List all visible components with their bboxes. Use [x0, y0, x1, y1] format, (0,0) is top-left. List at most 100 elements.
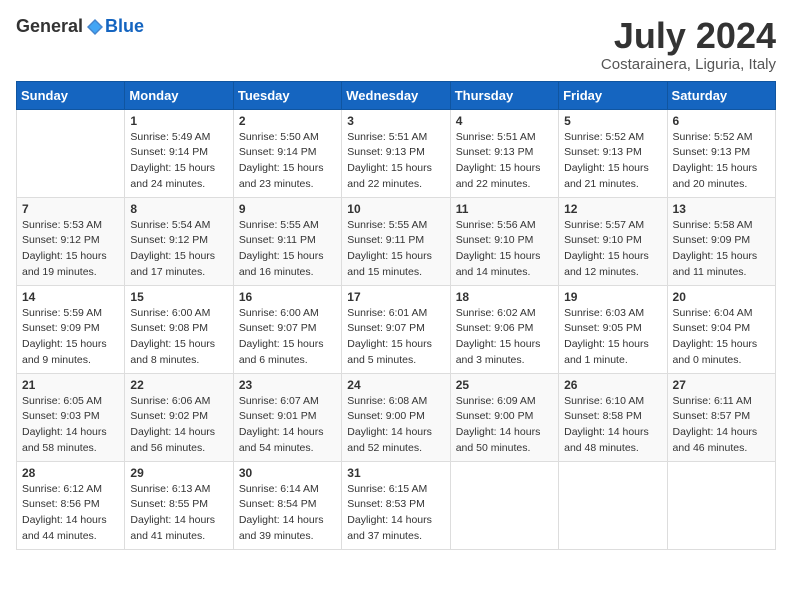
- day-info: Sunrise: 6:00 AM Sunset: 9:07 PM Dayligh…: [239, 306, 336, 369]
- calendar-cell: 3 Sunrise: 5:51 AM Sunset: 9:13 PM Daylig…: [342, 109, 450, 197]
- day-number: 28: [22, 466, 119, 480]
- calendar-cell: 6Sunrise: 5:52 AM Sunset: 9:13 PM Daylig…: [667, 109, 775, 197]
- calendar-cell: [559, 461, 667, 549]
- calendar-cell: 17Sunrise: 6:01 AM Sunset: 9:07 PM Dayli…: [342, 285, 450, 373]
- day-header-saturday: Saturday: [667, 81, 775, 109]
- calendar-cell: 24Sunrise: 6:08 AM Sunset: 9:00 PM Dayli…: [342, 373, 450, 461]
- day-info: Sunrise: 5:52 AM Sunset: 9:13 PM Dayligh…: [564, 130, 661, 193]
- day-number: 17: [347, 290, 444, 304]
- day-info: Sunrise: 6:03 AM Sunset: 9:05 PM Dayligh…: [564, 306, 661, 369]
- calendar-cell: 9Sunrise: 5:55 AM Sunset: 9:11 PM Daylig…: [233, 197, 341, 285]
- day-number: 29: [130, 466, 227, 480]
- day-number: 26: [564, 378, 661, 392]
- day-number: 31: [347, 466, 444, 480]
- calendar-body: 1 Sunrise: 5:49 AM Sunset: 9:14 PM Daylig…: [17, 109, 776, 549]
- day-info: Sunrise: 6:10 AM Sunset: 8:58 PM Dayligh…: [564, 394, 661, 457]
- day-number: 7: [22, 202, 119, 216]
- day-info: Sunrise: 6:02 AM Sunset: 9:06 PM Dayligh…: [456, 306, 553, 369]
- header: General Blue July 2024 Costarainera, Lig…: [16, 16, 776, 73]
- calendar-cell: 31 Sunrise: 6:15 AM Sunset: 8:53 PM Dayli…: [342, 461, 450, 549]
- day-number: 13: [673, 202, 770, 216]
- day-header-wednesday: Wednesday: [342, 81, 450, 109]
- logo-text-general: General: [16, 16, 83, 37]
- calendar-cell: 30Sunrise: 6:14 AM Sunset: 8:54 PM Dayli…: [233, 461, 341, 549]
- day-header-tuesday: Tuesday: [233, 81, 341, 109]
- day-number: 19: [564, 290, 661, 304]
- calendar-cell: 1 Sunrise: 5:49 AM Sunset: 9:14 PM Daylig…: [125, 109, 233, 197]
- day-number: 5: [564, 114, 661, 128]
- calendar-cell: 15 Sunrise: 6:00 AM Sunset: 9:08 PM Dayli…: [125, 285, 233, 373]
- calendar-cell: 10Sunrise: 5:55 AM Sunset: 9:11 PM Dayli…: [342, 197, 450, 285]
- day-info: Sunrise: 5:58 AM Sunset: 9:09 PM Dayligh…: [673, 218, 770, 281]
- calendar-cell: 20Sunrise: 6:04 AM Sunset: 9:04 PM Dayli…: [667, 285, 775, 373]
- calendar-cell: 26 Sunrise: 6:10 AM Sunset: 8:58 PM Dayli…: [559, 373, 667, 461]
- calendar-cell: [667, 461, 775, 549]
- day-info: Sunrise: 6:11 AM Sunset: 8:57 PM Dayligh…: [673, 394, 770, 457]
- calendar-cell: 19 Sunrise: 6:03 AM Sunset: 9:05 PM Dayli…: [559, 285, 667, 373]
- day-number: 2: [239, 114, 336, 128]
- day-info: Sunrise: 5:56 AM Sunset: 9:10 PM Dayligh…: [456, 218, 553, 281]
- calendar-cell: 11Sunrise: 5:56 AM Sunset: 9:10 PM Dayli…: [450, 197, 558, 285]
- days-header-row: SundayMondayTuesdayWednesdayThursdayFrid…: [17, 81, 776, 109]
- day-info: Sunrise: 5:49 AM Sunset: 9:14 PM Dayligh…: [130, 130, 227, 193]
- day-info: Sunrise: 6:04 AM Sunset: 9:04 PM Dayligh…: [673, 306, 770, 369]
- calendar-cell: 13 Sunrise: 5:58 AM Sunset: 9:09 PM Dayli…: [667, 197, 775, 285]
- calendar-cell: 27 Sunrise: 6:11 AM Sunset: 8:57 PM Dayli…: [667, 373, 775, 461]
- day-number: 23: [239, 378, 336, 392]
- logo: General Blue: [16, 16, 144, 37]
- day-number: 10: [347, 202, 444, 216]
- day-number: 1: [130, 114, 227, 128]
- day-header-friday: Friday: [559, 81, 667, 109]
- day-info: Sunrise: 5:50 AM Sunset: 9:14 PM Dayligh…: [239, 130, 336, 193]
- week-row-2: 7Sunrise: 5:53 AM Sunset: 9:12 PM Daylig…: [17, 197, 776, 285]
- day-info: Sunrise: 6:14 AM Sunset: 8:54 PM Dayligh…: [239, 482, 336, 545]
- title-block: July 2024 Costarainera, Liguria, Italy: [601, 16, 776, 73]
- day-info: Sunrise: 6:09 AM Sunset: 9:00 PM Dayligh…: [456, 394, 553, 457]
- calendar-table: SundayMondayTuesdayWednesdayThursdayFrid…: [16, 81, 776, 550]
- day-info: Sunrise: 6:08 AM Sunset: 9:00 PM Dayligh…: [347, 394, 444, 457]
- week-row-1: 1 Sunrise: 5:49 AM Sunset: 9:14 PM Daylig…: [17, 109, 776, 197]
- calendar-cell: [450, 461, 558, 549]
- logo-text-blue: Blue: [105, 16, 144, 37]
- day-number: 3: [347, 114, 444, 128]
- calendar-cell: 22Sunrise: 6:06 AM Sunset: 9:02 PM Dayli…: [125, 373, 233, 461]
- day-info: Sunrise: 5:51 AM Sunset: 9:13 PM Dayligh…: [347, 130, 444, 193]
- calendar-cell: 21Sunrise: 6:05 AM Sunset: 9:03 PM Dayli…: [17, 373, 125, 461]
- day-info: Sunrise: 6:00 AM Sunset: 9:08 PM Dayligh…: [130, 306, 227, 369]
- calendar-cell: 23 Sunrise: 6:07 AM Sunset: 9:01 PM Dayli…: [233, 373, 341, 461]
- day-info: Sunrise: 5:55 AM Sunset: 9:11 PM Dayligh…: [239, 218, 336, 281]
- day-number: 12: [564, 202, 661, 216]
- day-number: 27: [673, 378, 770, 392]
- calendar-cell: 28Sunrise: 6:12 AM Sunset: 8:56 PM Dayli…: [17, 461, 125, 549]
- calendar-cell: 4 Sunrise: 5:51 AM Sunset: 9:13 PM Daylig…: [450, 109, 558, 197]
- month-title: July 2024: [601, 16, 776, 56]
- calendar-cell: 18 Sunrise: 6:02 AM Sunset: 9:06 PM Dayli…: [450, 285, 558, 373]
- calendar-cell: 25Sunrise: 6:09 AM Sunset: 9:00 PM Dayli…: [450, 373, 558, 461]
- calendar-cell: 7Sunrise: 5:53 AM Sunset: 9:12 PM Daylig…: [17, 197, 125, 285]
- day-info: Sunrise: 6:06 AM Sunset: 9:02 PM Dayligh…: [130, 394, 227, 457]
- day-number: 6: [673, 114, 770, 128]
- day-number: 15: [130, 290, 227, 304]
- day-header-sunday: Sunday: [17, 81, 125, 109]
- week-row-3: 14 Sunrise: 5:59 AM Sunset: 9:09 PM Dayli…: [17, 285, 776, 373]
- day-info: Sunrise: 6:15 AM Sunset: 8:53 PM Dayligh…: [347, 482, 444, 545]
- day-number: 8: [130, 202, 227, 216]
- day-number: 4: [456, 114, 553, 128]
- calendar-cell: 16 Sunrise: 6:00 AM Sunset: 9:07 PM Dayli…: [233, 285, 341, 373]
- day-number: 16: [239, 290, 336, 304]
- calendar-cell: 8 Sunrise: 5:54 AM Sunset: 9:12 PM Daylig…: [125, 197, 233, 285]
- calendar-cell: 29 Sunrise: 6:13 AM Sunset: 8:55 PM Dayli…: [125, 461, 233, 549]
- day-info: Sunrise: 6:13 AM Sunset: 8:55 PM Dayligh…: [130, 482, 227, 545]
- day-info: Sunrise: 5:51 AM Sunset: 9:13 PM Dayligh…: [456, 130, 553, 193]
- week-row-4: 21Sunrise: 6:05 AM Sunset: 9:03 PM Dayli…: [17, 373, 776, 461]
- day-number: 18: [456, 290, 553, 304]
- day-info: Sunrise: 5:57 AM Sunset: 9:10 PM Dayligh…: [564, 218, 661, 281]
- location-subtitle: Costarainera, Liguria, Italy: [601, 56, 776, 73]
- calendar-cell: 14 Sunrise: 5:59 AM Sunset: 9:09 PM Dayli…: [17, 285, 125, 373]
- day-info: Sunrise: 5:59 AM Sunset: 9:09 PM Dayligh…: [22, 306, 119, 369]
- week-row-5: 28Sunrise: 6:12 AM Sunset: 8:56 PM Dayli…: [17, 461, 776, 549]
- day-info: Sunrise: 5:54 AM Sunset: 9:12 PM Dayligh…: [130, 218, 227, 281]
- calendar-cell: 5 Sunrise: 5:52 AM Sunset: 9:13 PM Daylig…: [559, 109, 667, 197]
- day-number: 14: [22, 290, 119, 304]
- day-info: Sunrise: 6:07 AM Sunset: 9:01 PM Dayligh…: [239, 394, 336, 457]
